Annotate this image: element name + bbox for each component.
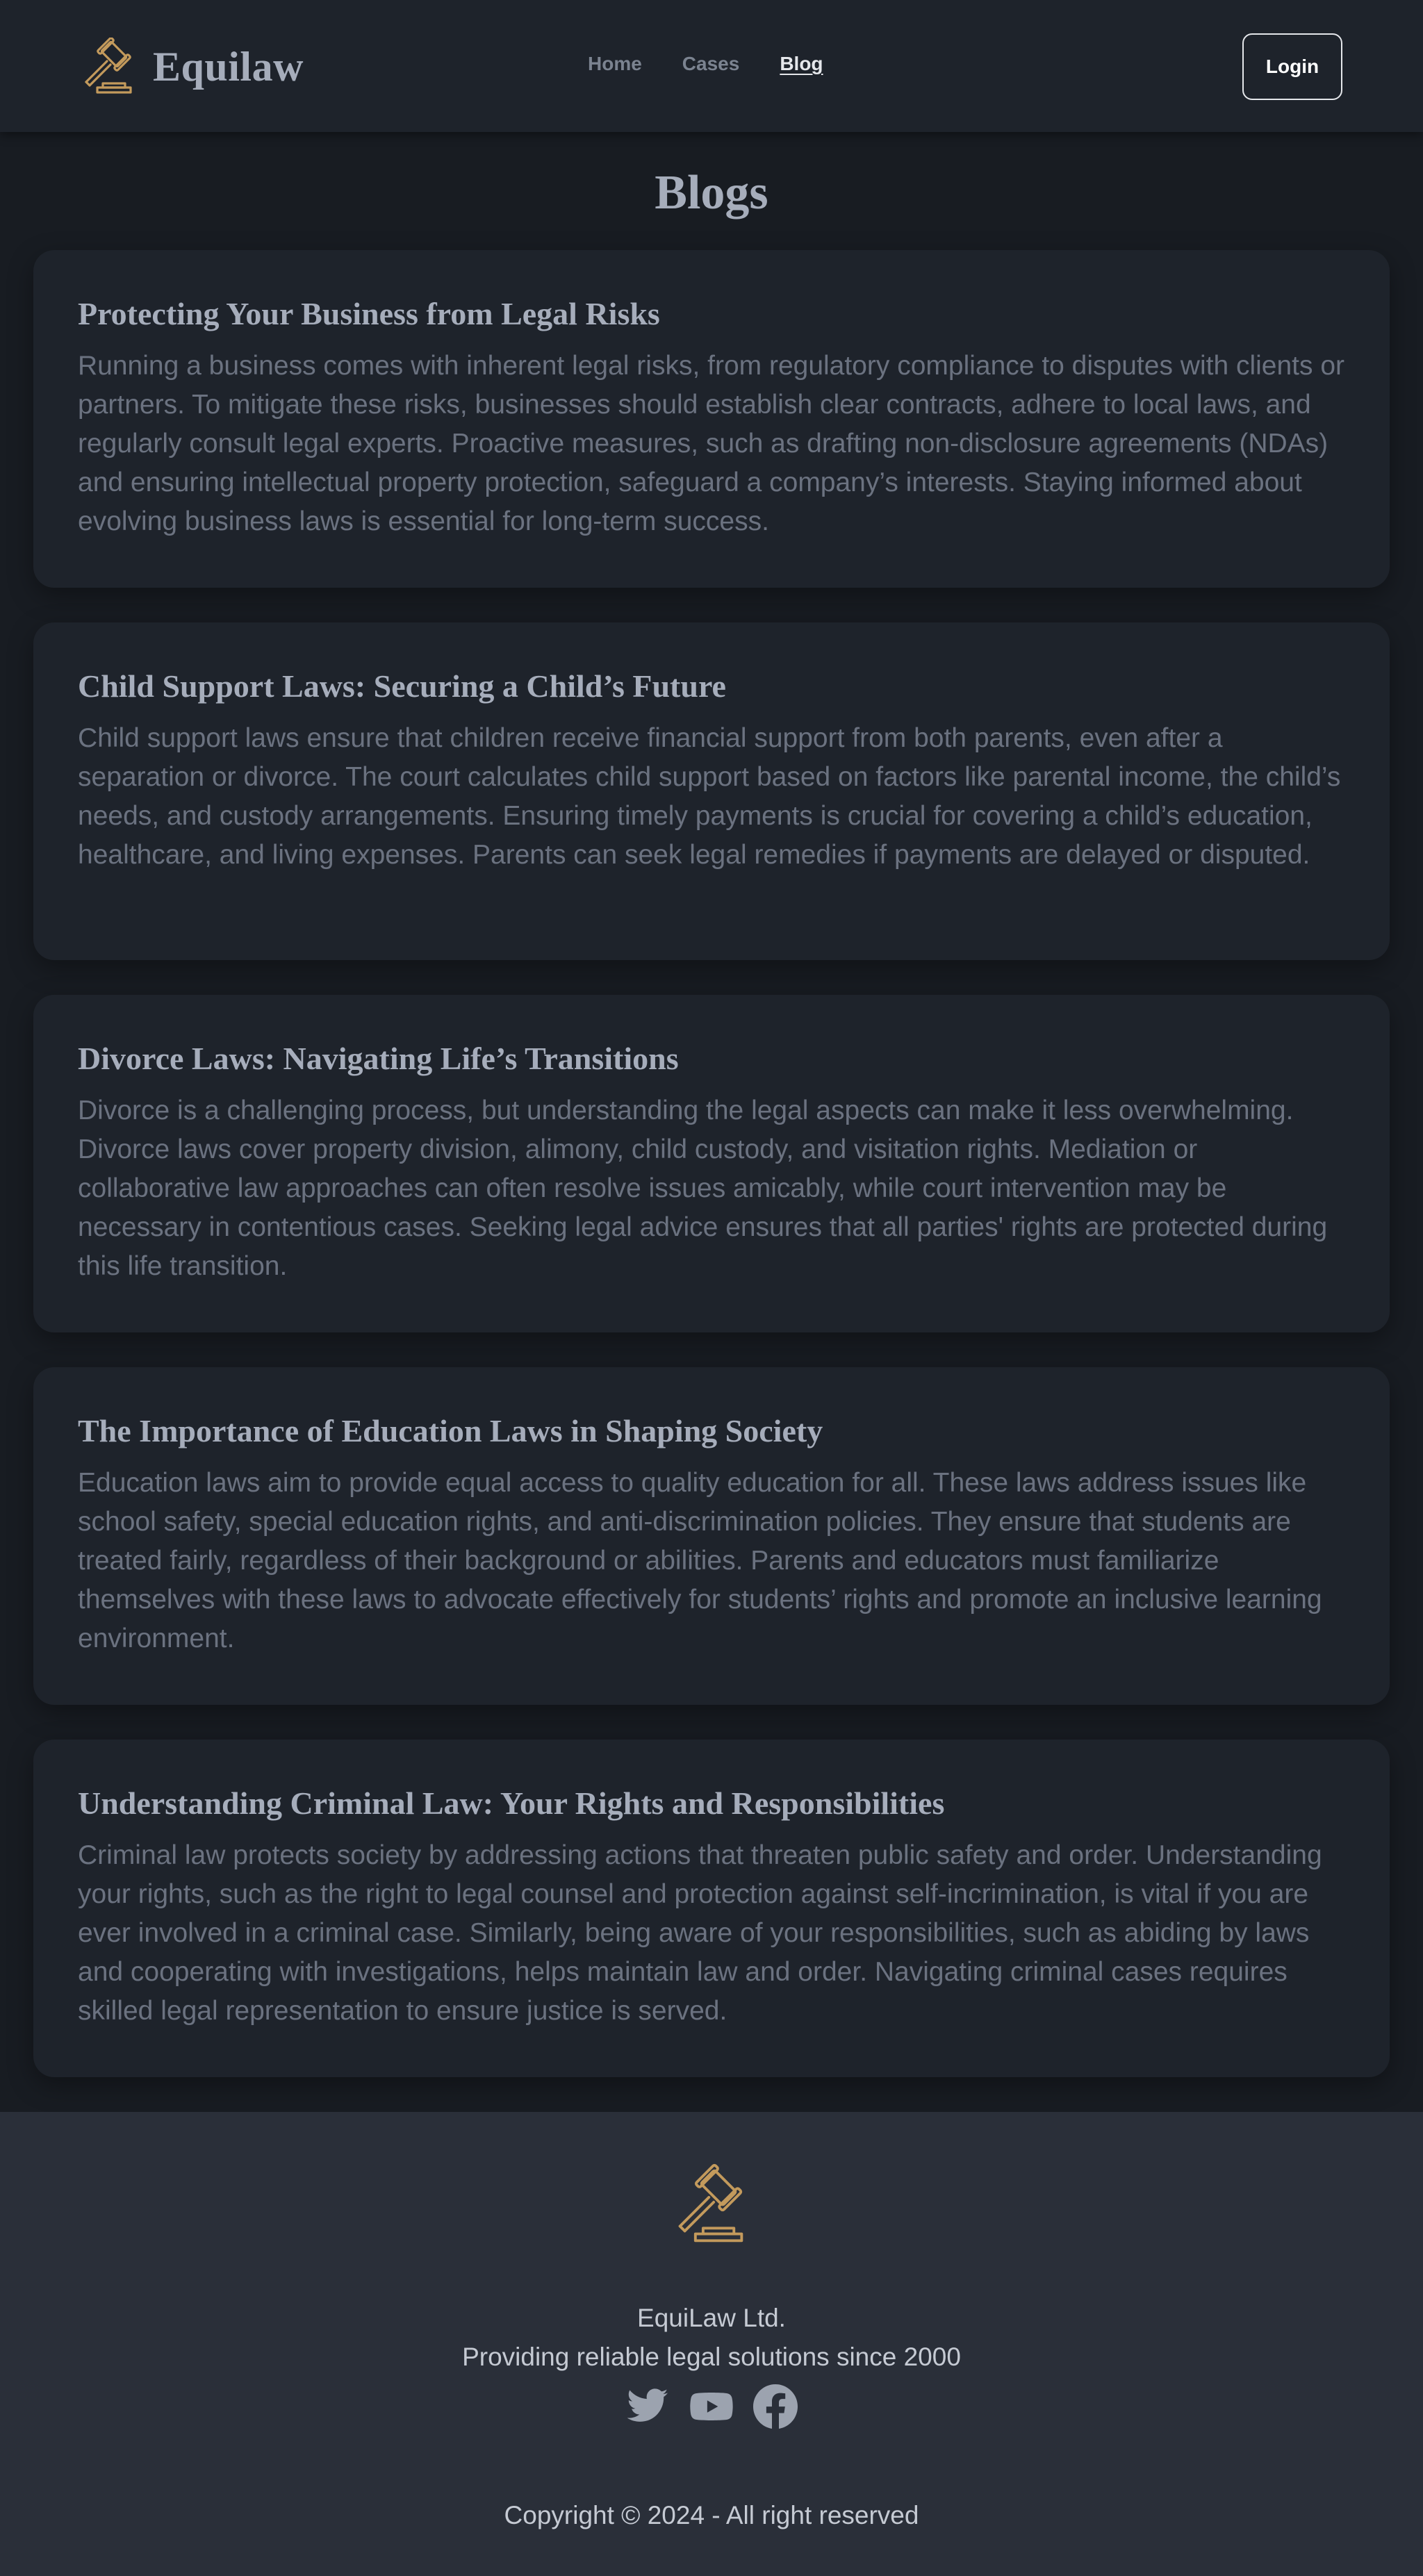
blog-card: Divorce Laws: Navigating Life’s Transiti… bbox=[33, 995, 1390, 1332]
social-links bbox=[0, 2384, 1423, 2429]
blog-title: Divorce Laws: Navigating Life’s Transiti… bbox=[78, 1041, 679, 1076]
gavel-icon bbox=[85, 38, 132, 94]
footer: EquiLaw Ltd. Providing reliable legal so… bbox=[0, 2112, 1423, 2576]
nav-blog[interactable]: Blog bbox=[780, 53, 823, 75]
blog-body: Child support laws ensure that children … bbox=[78, 723, 1341, 870]
blog-title: Protecting Your Business from Legal Risk… bbox=[78, 296, 660, 331]
twitter-icon[interactable] bbox=[625, 2384, 670, 2429]
blog-body: Running a business comes with inherent l… bbox=[78, 351, 1345, 537]
copyright: Copyright © 2024 - All right reserved bbox=[504, 2501, 919, 2529]
gavel-icon bbox=[678, 2163, 743, 2243]
blog-card: Protecting Your Business from Legal Risk… bbox=[33, 250, 1390, 588]
nav-cases[interactable]: Cases bbox=[682, 53, 740, 75]
nav-home[interactable]: Home bbox=[588, 53, 642, 75]
blog-body: Criminal law protects society by address… bbox=[78, 1840, 1322, 2026]
footer-tagline: Providing reliable legal solutions since… bbox=[462, 2343, 961, 2371]
blog-body: Education laws aim to provide equal acce… bbox=[78, 1468, 1322, 1654]
page-title: Blogs bbox=[655, 166, 768, 220]
brand-name: Equilaw bbox=[153, 43, 304, 90]
blog-title: Child Support Laws: Securing a Child’s F… bbox=[78, 668, 726, 704]
youtube-icon[interactable] bbox=[689, 2384, 734, 2429]
blog-body: Divorce is a challenging process, but un… bbox=[78, 1096, 1328, 1282]
blog-card: The Importance of Education Laws in Shap… bbox=[33, 1367, 1390, 1705]
brand[interactable]: Equilaw bbox=[78, 38, 304, 96]
main-nav: Home Cases Blog bbox=[588, 53, 864, 75]
blog-title: The Importance of Education Laws in Shap… bbox=[78, 1413, 823, 1448]
blog-card: Child Support Laws: Securing a Child’s F… bbox=[33, 622, 1390, 960]
top-navbar: Equilaw Home Cases Blog Login bbox=[0, 0, 1423, 132]
blog-card: Understanding Criminal Law: Your Rights … bbox=[33, 1740, 1390, 2077]
login-button[interactable]: Login bbox=[1242, 33, 1342, 100]
blog-title: Understanding Criminal Law: Your Rights … bbox=[78, 1785, 945, 1821]
facebook-icon[interactable] bbox=[753, 2384, 798, 2429]
blog-list: Protecting Your Business from Legal Risk… bbox=[33, 250, 1390, 2112]
footer-company: EquiLaw Ltd. bbox=[637, 2304, 786, 2332]
